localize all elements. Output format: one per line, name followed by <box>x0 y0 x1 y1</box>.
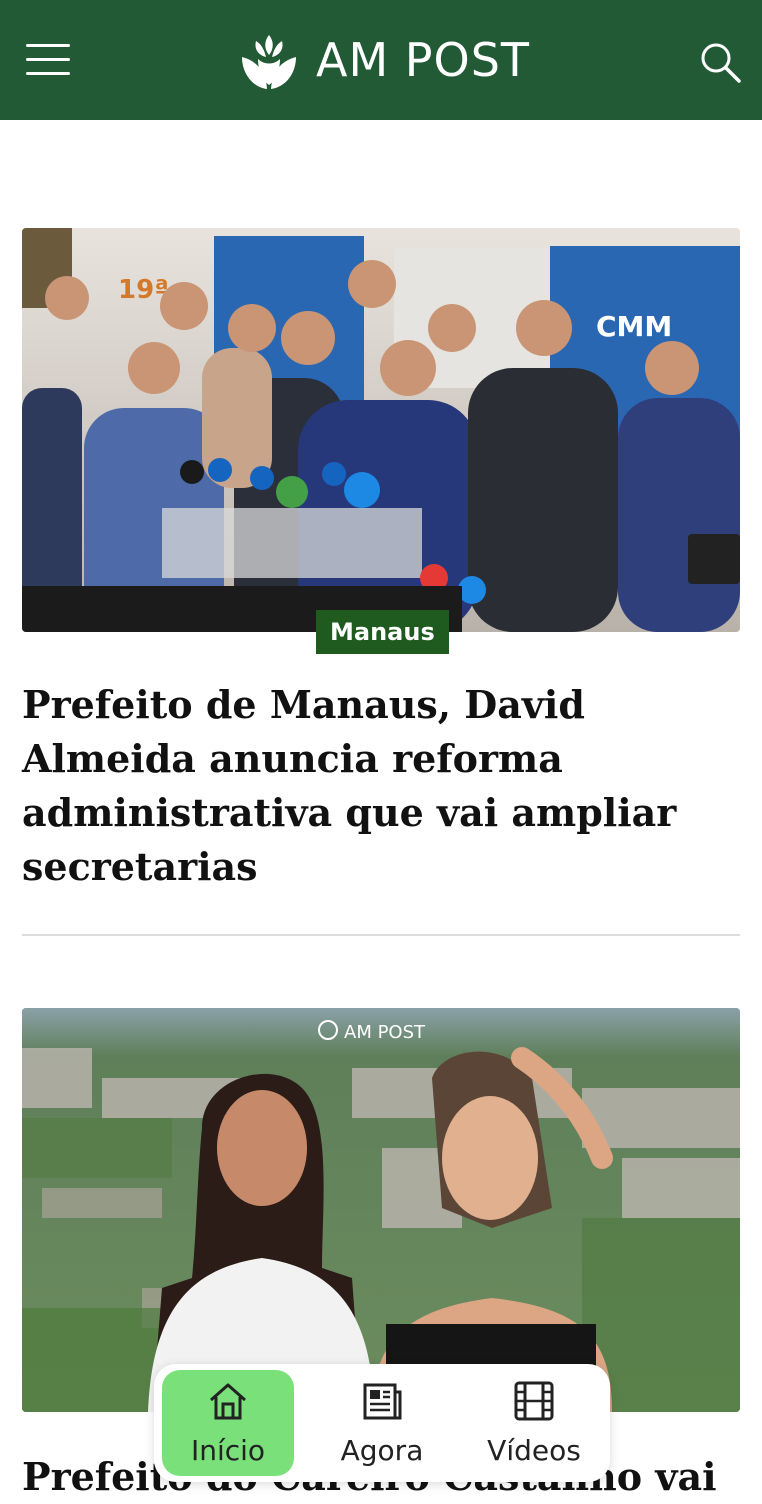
app-header: AM POST <box>0 0 762 120</box>
site-logo[interactable]: AM POST <box>236 26 530 94</box>
nav-item-inicio[interactable]: Início <box>162 1370 294 1476</box>
svg-text:AM POST: AM POST <box>344 1022 426 1043</box>
article-image-1[interactable]: 19ª CMM <box>22 228 740 632</box>
bottom-navigation: Início Agora Vídeos <box>154 1364 610 1482</box>
logo-text: AM POST <box>316 33 531 87</box>
newspaper-icon <box>363 1383 402 1420</box>
article-divider <box>22 934 740 936</box>
hamburger-menu-icon[interactable] <box>26 44 70 78</box>
home-icon <box>210 1383 246 1420</box>
nav-label-videos: Vídeos <box>487 1434 581 1467</box>
search-icon[interactable] <box>698 40 742 84</box>
category-tag[interactable]: Manaus <box>316 610 449 654</box>
article-title-1[interactable]: Prefeito de Manaus, David Almeida anunci… <box>22 678 740 894</box>
nav-label-agora: Agora <box>340 1434 424 1467</box>
svg-text:CMM: CMM <box>596 310 672 343</box>
nav-item-agora[interactable]: Agora <box>316 1370 448 1476</box>
logo-leaf-icon <box>242 35 296 89</box>
nav-label-inicio: Início <box>190 1434 266 1467</box>
film-icon <box>514 1381 554 1421</box>
nav-item-videos[interactable]: Vídeos <box>468 1370 600 1476</box>
article-image-2[interactable]: AM POST <box>22 1008 740 1412</box>
